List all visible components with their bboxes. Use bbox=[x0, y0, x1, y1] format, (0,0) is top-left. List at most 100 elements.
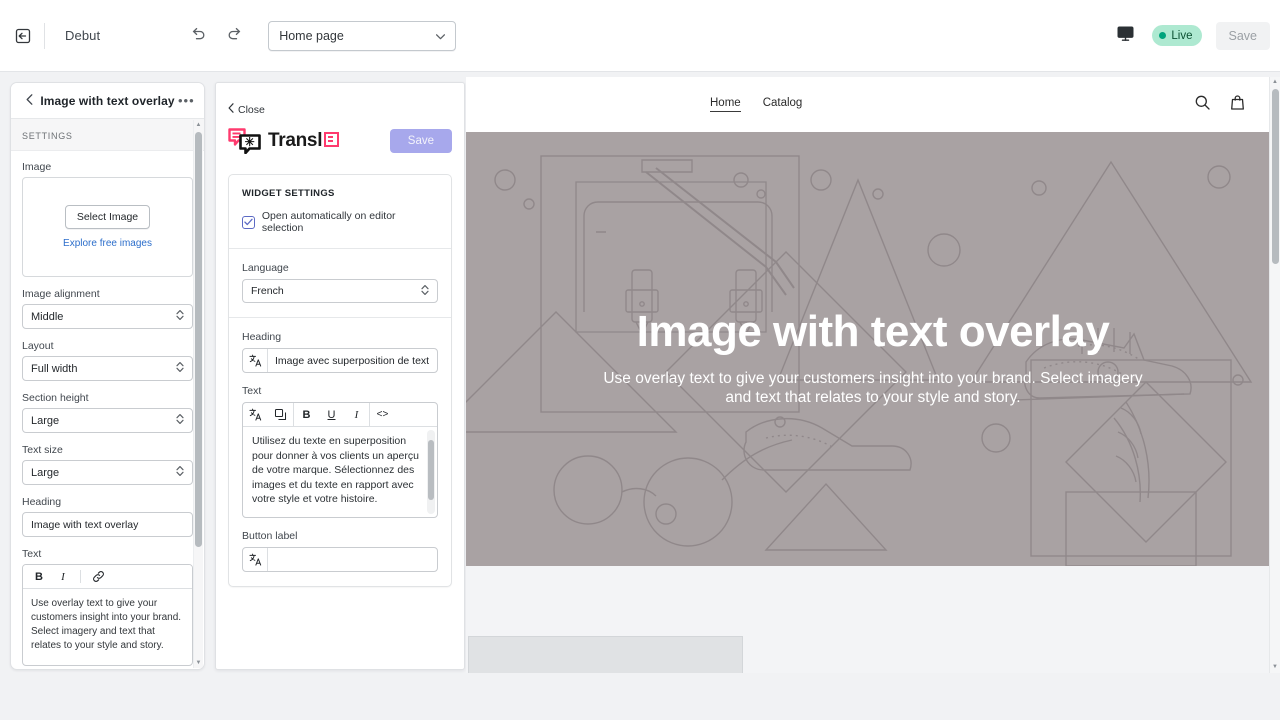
settings-panel-scrollbar[interactable]: ▲ ▼ bbox=[193, 120, 203, 668]
button-label-field: Button label bbox=[242, 530, 438, 572]
widget-settings-section: WIDGET SETTINGS Open automatically on ed… bbox=[229, 175, 451, 248]
chevron-left-icon bbox=[26, 92, 33, 110]
text-rich-editor[interactable]: B I Use overlay text to give your custom… bbox=[22, 564, 193, 666]
scrollbar-thumb[interactable] bbox=[195, 132, 202, 547]
nav-item-home[interactable]: Home bbox=[710, 97, 741, 112]
translated-text-label: Text bbox=[242, 385, 438, 397]
translated-text-editor[interactable]: B U I <> Utilisez du texte en superposit… bbox=[242, 402, 438, 518]
image-dropzone[interactable]: Select Image Explore free images bbox=[22, 177, 193, 277]
hero-paragraph: Use overlay text to give your customers … bbox=[601, 369, 1146, 407]
widget-close-button[interactable]: Close bbox=[228, 103, 452, 116]
text-label: Text bbox=[22, 548, 193, 560]
image-alignment-value: Middle bbox=[31, 311, 63, 323]
scroll-down-icon[interactable]: ▼ bbox=[194, 658, 203, 668]
text-size-select[interactable]: Large bbox=[22, 460, 193, 485]
translated-text-content[interactable]: Utilisez du texte en superposition pour … bbox=[243, 426, 437, 517]
scroll-up-icon[interactable]: ▲ bbox=[194, 120, 203, 130]
scrollbar-thumb[interactable] bbox=[1272, 89, 1279, 264]
heading-field: Heading Image with text overlay bbox=[22, 496, 193, 537]
nav-item-catalog[interactable]: Catalog bbox=[763, 97, 803, 112]
layout-select[interactable]: Full width bbox=[22, 356, 193, 381]
text-size-field: Text size Large bbox=[22, 444, 193, 485]
section-height-select[interactable]: Large bbox=[22, 408, 193, 433]
translate-icon[interactable] bbox=[243, 548, 268, 571]
desktop-preview-button[interactable] bbox=[1112, 23, 1138, 49]
speech-bubbles-translate-icon: ✳ bbox=[228, 128, 262, 154]
translated-text-scrollbar[interactable] bbox=[427, 430, 435, 514]
page-selector[interactable]: Home page bbox=[268, 21, 456, 51]
section-height-value: Large bbox=[31, 415, 59, 427]
settings-back-button[interactable] bbox=[21, 92, 37, 110]
button-label-label: Button label bbox=[242, 530, 438, 542]
italic-icon[interactable]: I bbox=[52, 567, 74, 587]
language-select[interactable]: French bbox=[242, 279, 438, 303]
italic-icon[interactable]: I bbox=[344, 403, 369, 426]
chevron-left-icon bbox=[228, 103, 234, 116]
exit-arrow-icon bbox=[14, 27, 32, 45]
select-image-button[interactable]: Select Image bbox=[65, 205, 150, 229]
translated-text-value: Utilisez du texte en superposition pour … bbox=[252, 435, 419, 505]
code-icon[interactable]: <> bbox=[370, 403, 395, 426]
auto-open-checkbox[interactable] bbox=[242, 216, 255, 229]
auto-open-label: Open automatically on editor selection bbox=[262, 210, 438, 234]
chevron-updown-icon bbox=[176, 413, 184, 428]
search-icon[interactable] bbox=[1194, 94, 1211, 116]
text-editor-content[interactable]: Use overlay text to give your customers … bbox=[23, 589, 192, 665]
toolbar-group-translate bbox=[243, 403, 293, 426]
theme-name: Debut bbox=[65, 28, 100, 43]
translation-widget-panel: Close ✳ Transl Save WIDGET SETTINGS bbox=[215, 82, 465, 670]
preview-below-hero bbox=[466, 566, 1280, 673]
preview-scrollbar[interactable]: ▲ ▼ bbox=[1269, 77, 1280, 673]
brand-name-text: Transl bbox=[268, 130, 322, 151]
hero-section: Image with text overlay Use overlay text… bbox=[466, 132, 1280, 566]
checkmark-icon bbox=[244, 213, 253, 231]
auto-open-row[interactable]: Open automatically on editor selection bbox=[242, 210, 438, 234]
shopping-bag-icon[interactable] bbox=[1229, 94, 1246, 116]
bold-icon[interactable]: B bbox=[294, 403, 319, 426]
image-alignment-select[interactable]: Middle bbox=[22, 304, 193, 329]
translated-text-toolbar: B U I <> bbox=[243, 403, 437, 426]
section-height-label: Section height bbox=[22, 392, 193, 404]
copy-icon[interactable] bbox=[268, 403, 293, 426]
text-size-label: Text size bbox=[22, 444, 193, 456]
translate-icon[interactable] bbox=[243, 349, 268, 372]
translate-icon[interactable] bbox=[243, 403, 268, 426]
store-preview: Home Catalog bbox=[466, 77, 1280, 673]
image-alignment-label: Image alignment bbox=[22, 288, 193, 300]
chevron-updown-icon bbox=[176, 361, 184, 376]
button-label-input[interactable] bbox=[242, 547, 438, 572]
storefront-header-icons bbox=[1194, 94, 1246, 116]
image-field: Image Select Image Explore free images bbox=[22, 161, 193, 277]
scroll-up-icon[interactable]: ▲ bbox=[1270, 77, 1280, 88]
preview-placeholder-block bbox=[468, 636, 743, 673]
scroll-down-icon[interactable]: ▼ bbox=[1270, 662, 1280, 673]
widget-settings-title: WIDGET SETTINGS bbox=[242, 188, 438, 199]
widget-save-label: Save bbox=[408, 135, 434, 147]
widget-brand-row: ✳ Transl Save bbox=[228, 128, 452, 154]
hero-text-block: Image with text overlay Use overlay text… bbox=[466, 307, 1280, 407]
link-icon[interactable] bbox=[87, 567, 109, 587]
status-label: Live bbox=[1171, 30, 1192, 42]
image-field-label: Image bbox=[22, 161, 193, 173]
desktop-monitor-icon bbox=[1116, 24, 1135, 48]
language-value: French bbox=[251, 285, 284, 297]
undo-button[interactable] bbox=[184, 22, 212, 50]
exit-editor-button[interactable] bbox=[8, 21, 38, 51]
heading-input[interactable]: Image with text overlay bbox=[22, 512, 193, 537]
redo-button[interactable] bbox=[220, 22, 248, 50]
underline-icon[interactable]: U bbox=[319, 403, 344, 426]
toolbar-group-format: B U I bbox=[293, 403, 369, 426]
toolbar-divider bbox=[44, 23, 45, 49]
bold-icon[interactable]: B bbox=[28, 567, 50, 587]
translated-heading-value: Image avec superposition de text bbox=[268, 349, 437, 372]
widget-save-button[interactable]: Save bbox=[390, 129, 452, 153]
translated-heading-input[interactable]: Image avec superposition de text bbox=[242, 348, 438, 373]
scrollbar-thumb[interactable] bbox=[428, 440, 434, 500]
storefront-header: Home Catalog bbox=[466, 77, 1280, 132]
toolbar-group-code: <> bbox=[369, 403, 395, 426]
explore-free-images-link[interactable]: Explore free images bbox=[63, 238, 152, 249]
save-button[interactable]: Save bbox=[1216, 22, 1271, 50]
ellipsis-icon[interactable]: ••• bbox=[178, 97, 194, 105]
svg-text:✳: ✳ bbox=[245, 135, 255, 149]
section-height-field: Section height Large bbox=[22, 392, 193, 433]
